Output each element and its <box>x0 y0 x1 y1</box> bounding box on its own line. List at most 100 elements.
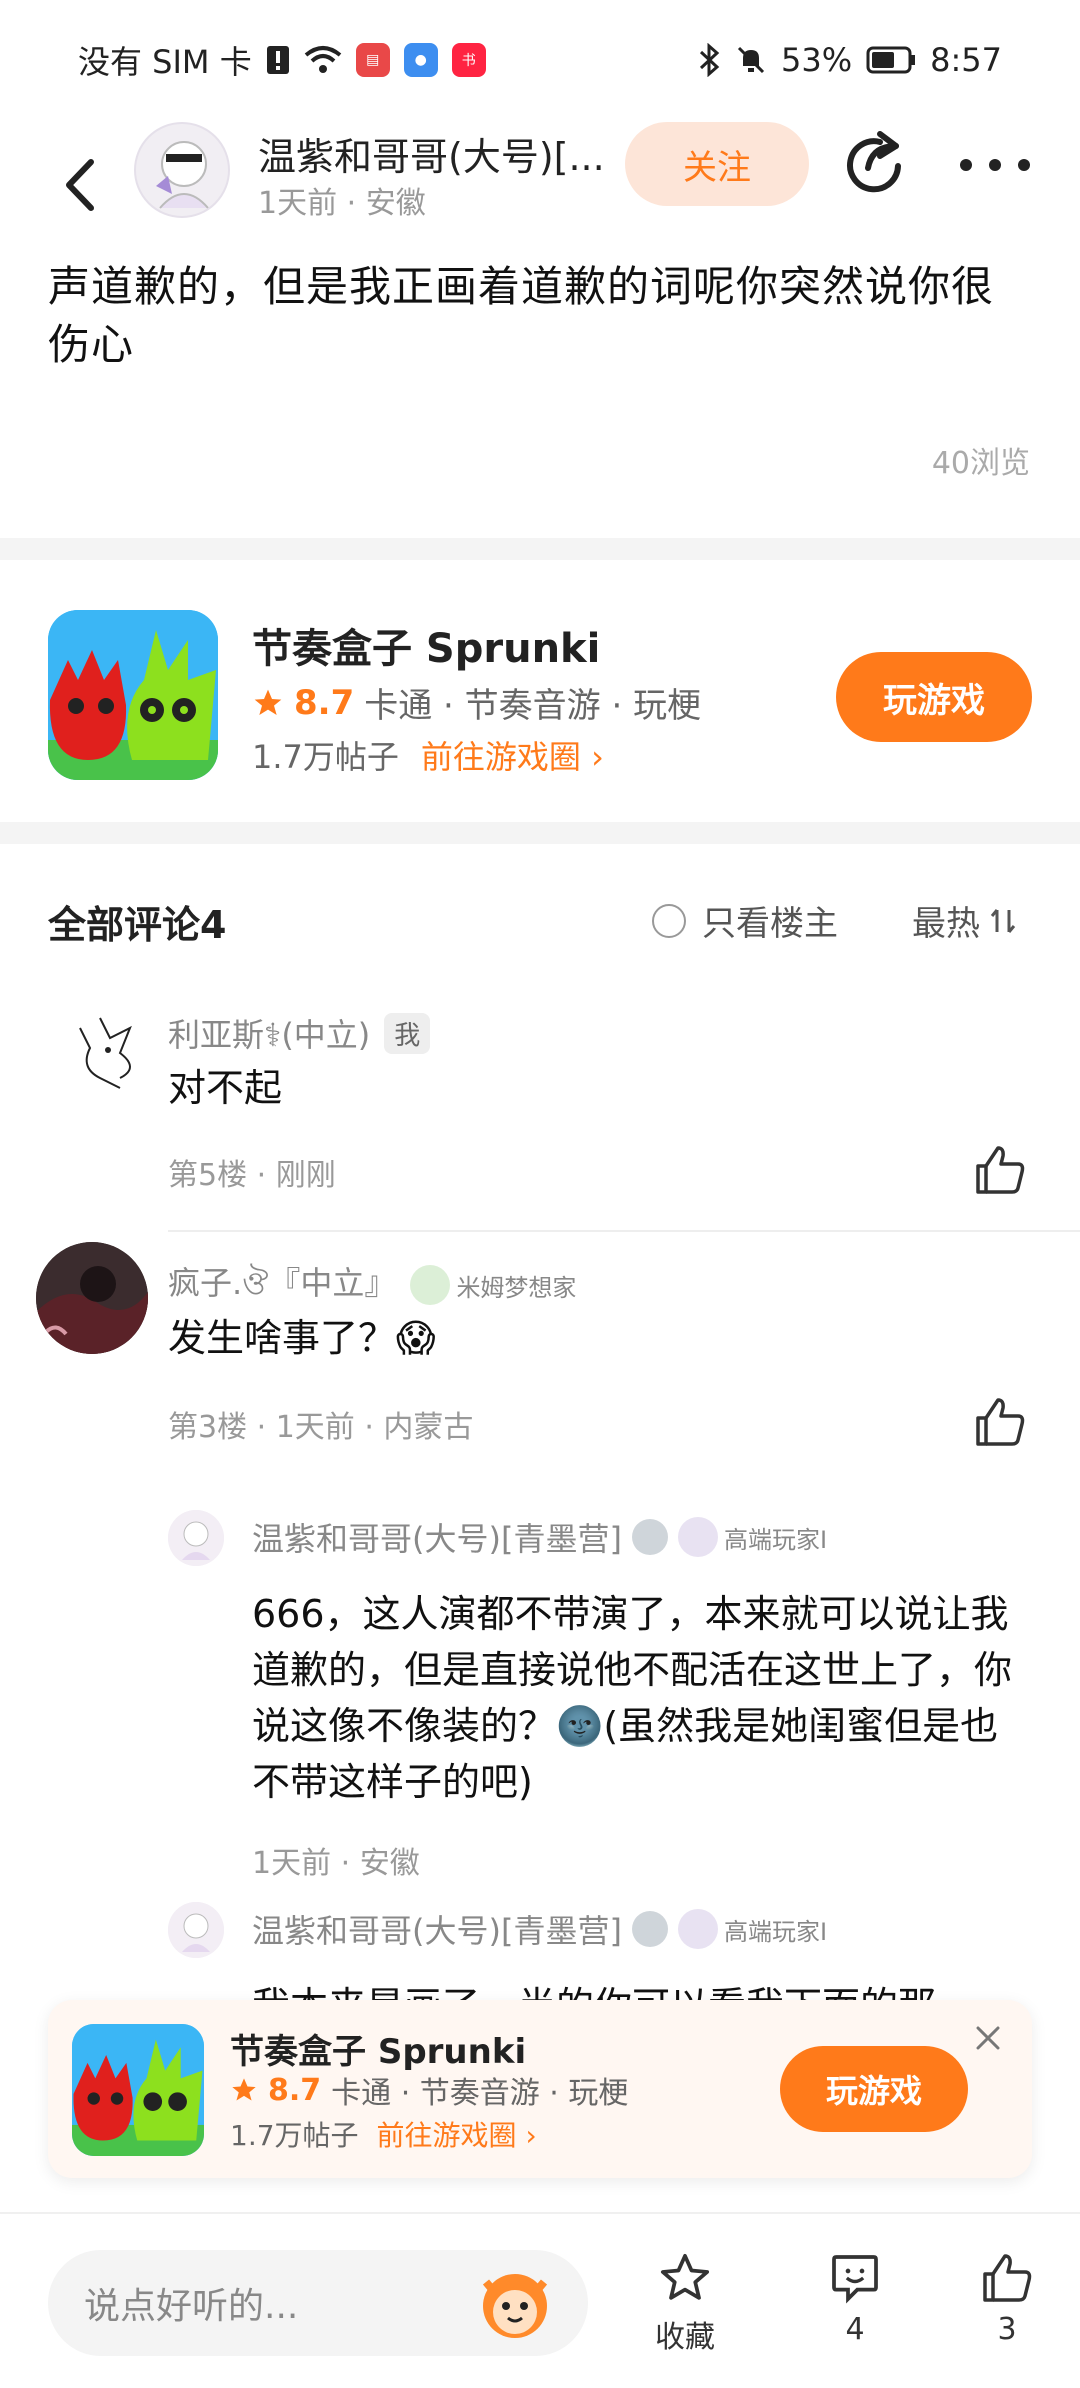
favorite-label: 收藏 <box>655 2320 715 2355</box>
badge-label: 米姆梦想家 <box>456 1273 577 1302</box>
game-icon[interactable] <box>48 610 218 780</box>
replier-name-row: 温紫和哥哥(大号)[青墨营] 高端玩家I <box>252 1906 827 1952</box>
favorite-button[interactable]: 收藏 <box>640 2250 730 2356</box>
chevron-right-icon: › <box>591 738 604 776</box>
badge-icon <box>410 1265 451 1305</box>
like-post-button[interactable]: 3 <box>962 2250 1052 2347</box>
game-rating: 8.7 <box>294 682 355 723</box>
only-op-label: 只看楼主 <box>702 904 838 944</box>
author-name[interactable]: 温紫和哥哥(大号)[... <box>258 126 628 181</box>
play-game-button[interactable]: 玩游戏 <box>836 652 1032 742</box>
only-op-toggle[interactable]: 只看楼主 <box>652 896 838 945</box>
comment-count: 4 <box>845 2312 865 2347</box>
replier-name-row: 温紫和哥哥(大号)[青墨营] 高端玩家I <box>252 1514 827 1560</box>
game-icon[interactable] <box>72 2024 204 2156</box>
back-button[interactable] <box>50 145 110 225</box>
battery-percent: 53% <box>781 41 853 79</box>
share-button[interactable] <box>840 130 910 200</box>
wifi-icon <box>304 46 341 73</box>
like-button[interactable] <box>972 1142 1028 1198</box>
star-icon <box>254 689 282 715</box>
share-icon <box>847 131 901 193</box>
sort-label: 最热 <box>912 904 980 944</box>
game-post-count: 1.7万帖子 <box>230 2119 359 2152</box>
section-divider <box>0 538 1080 560</box>
carrier-text: 没有 SIM 卡 <box>78 43 252 81</box>
badge-label: 高端玩家I <box>723 1917 828 1946</box>
game-title[interactable]: 节奏盒子 Sprunki <box>230 2024 526 2073</box>
replier-name[interactable]: 温紫和哥哥(大号)[青墨营] <box>252 1906 622 1952</box>
replier-avatar[interactable] <box>168 1902 224 1958</box>
commenter-avatar[interactable] <box>60 1008 150 1098</box>
dot-icon <box>989 159 1001 171</box>
view-count: 40浏览 <box>931 446 1030 481</box>
app-icon-red: ▤ <box>355 43 390 77</box>
dot-icon <box>1018 159 1030 171</box>
me-tag: 我 <box>384 1012 431 1054</box>
star-icon <box>232 2078 256 2101</box>
status-bar: 没有 SIM 卡 ▤ ● 书 53% 8:57 <box>0 0 1080 120</box>
chevron-right-icon: › <box>525 2119 537 2152</box>
close-banner-button[interactable] <box>968 2018 1008 2058</box>
floating-game-banner[interactable]: 节奏盒子 Sprunki 8.7 卡通 · 节奏音游 · 玩梗 1.7万帖子 前… <box>48 2000 1032 2178</box>
game-circle-link-label: 前往游戏圈 <box>376 2119 517 2152</box>
comment-text: 发生啥事了？😱 <box>168 1316 436 1360</box>
section-divider <box>0 822 1080 844</box>
sort-button[interactable]: 最热 <box>912 896 1018 945</box>
game-circle-link-label: 前往游戏圈 <box>420 738 581 776</box>
commenter-name[interactable]: 疯子.ঔ『中立』 <box>168 1258 396 1312</box>
radio-icon <box>652 903 686 938</box>
user-badge: 米姆梦想家 <box>410 1265 576 1305</box>
post-body-text: 声道歉的，但是我正画着道歉的词呢你突然说你很伤心 <box>48 262 995 369</box>
comment-divider <box>168 1230 1080 1232</box>
post-header: 温紫和哥哥(大号)[... 1天前 · 安徽 关注 <box>0 120 1080 250</box>
game-tags: 卡通 · 节奏音游 · 玩梗 <box>364 686 702 726</box>
game-card[interactable]: 节奏盒子 Sprunki 8.7 卡通 · 节奏音游 · 玩梗 1.7万帖子 前… <box>0 560 1080 822</box>
replier-avatar[interactable] <box>168 1510 224 1566</box>
commenter-avatar[interactable] <box>36 1242 148 1354</box>
game-meta: 8.7 卡通 · 节奏音游 · 玩梗 <box>230 2068 628 2112</box>
dot-icon <box>960 159 972 171</box>
badge-icon <box>677 1517 718 1557</box>
bottom-action-bar: 说点好听的... 收藏 4 3 <box>0 2212 1080 2388</box>
thumbs-up-icon <box>983 2254 1032 2302</box>
commenter-name[interactable]: 利亚斯⚕(中立) <box>168 1010 370 1056</box>
game-posts-row: 1.7万帖子 前往游戏圈 › <box>230 2114 537 2154</box>
reply-text: 我本来是画了一半的你可以看我下面的那 <box>252 1978 1012 2000</box>
badge-icon <box>677 1909 718 1949</box>
play-game-button[interactable]: 玩游戏 <box>780 2046 968 2132</box>
game-title[interactable]: 节奏盒子 Sprunki <box>252 616 600 674</box>
follow-button[interactable]: 关注 <box>625 122 809 206</box>
star-outline-icon <box>660 2253 710 2300</box>
comment-meta: 第3楼 · 1天前 · 内蒙古 <box>168 1410 474 1445</box>
clock: 8:57 <box>930 41 1002 79</box>
badge-label: 高端玩家I <box>723 1525 828 1554</box>
game-circle-link[interactable]: 前往游戏圈 › <box>377 2114 537 2154</box>
app-icon-xiaohongshu: 书 <box>451 43 486 77</box>
mascot-icon[interactable] <box>472 2260 558 2346</box>
game-meta: 8.7 卡通 · 节奏音游 · 玩梗 <box>252 678 701 727</box>
post-meta: 1天前 · 安徽 <box>258 186 426 221</box>
game-posts-row: 1.7万帖子 前往游戏圈 › <box>252 732 604 778</box>
comment-text: 对不起 <box>168 1066 283 1110</box>
sim-alert-icon <box>266 46 289 74</box>
game-tags: 卡通 · 节奏音游 · 玩梗 <box>331 2076 629 2111</box>
game-circle-link[interactable]: 前往游戏圈 › <box>421 732 604 778</box>
app-icon-blue: ● <box>403 43 438 77</box>
like-button[interactable] <box>972 1394 1028 1450</box>
bluetooth-icon <box>699 43 720 77</box>
battery-icon <box>866 46 916 74</box>
reply-item[interactable]: 温紫和哥哥(大号)[青墨营] 高端玩家I 我本来是画了一半的你可以看我下面的那 <box>0 1900 1080 2000</box>
like-count: 3 <box>997 2312 1017 2347</box>
more-options-button[interactable] <box>960 140 1030 190</box>
mute-icon <box>737 46 765 74</box>
reply-meta: 1天前 · 安徽 <box>252 1846 420 1881</box>
comments-button[interactable]: 4 <box>810 2250 900 2347</box>
user-badge: 高端玩家I <box>677 1517 828 1557</box>
author-avatar[interactable] <box>134 122 230 218</box>
close-icon <box>976 2026 1000 2050</box>
commenter-name-row: 利亚斯⚕(中立) 我 <box>168 1010 431 1056</box>
replier-name[interactable]: 温紫和哥哥(大号)[青墨营] <box>252 1514 622 1560</box>
sort-icon <box>990 908 1016 933</box>
reply-text: 666，这人演都不带演了，本来就可以说让我道歉的，但是直接说他不配活在这世上了，… <box>252 1592 1013 1804</box>
